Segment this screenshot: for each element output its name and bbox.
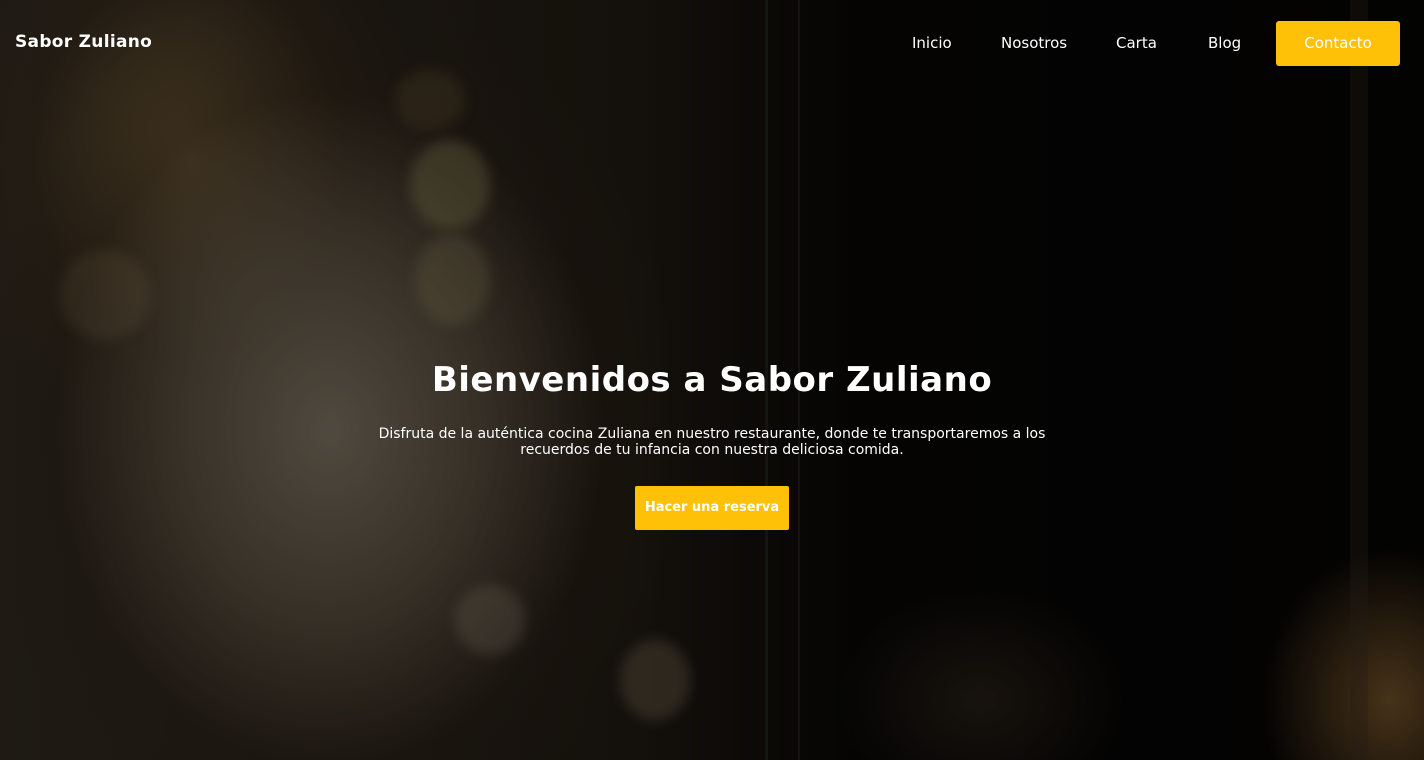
brand-logo-link[interactable]: Sabor Zuliano — [15, 32, 152, 52]
nav-item-carta[interactable]: Carta — [1116, 34, 1157, 52]
hero-content: Bienvenidos a Sabor Zuliano Disfruta de … — [0, 356, 1424, 530]
nav-item-blog[interactable]: Blog — [1208, 34, 1241, 52]
nav-item-inicio[interactable]: Inicio — [912, 34, 952, 52]
hero-description: Disfruta de la auténtica cocina Zuliana … — [378, 426, 1046, 458]
hero-section: Sabor Zuliano Inicio Nosotros Carta Blog… — [0, 0, 1424, 760]
reservation-button[interactable]: Hacer una reserva — [635, 486, 789, 530]
contact-button[interactable]: Contacto — [1276, 21, 1400, 66]
hero-title: Bienvenidos a Sabor Zuliano — [431, 360, 993, 400]
top-navbar: Sabor Zuliano Inicio Nosotros Carta Blog… — [0, 0, 1424, 86]
nav-item-nosotros[interactable]: Nosotros — [1001, 34, 1067, 52]
